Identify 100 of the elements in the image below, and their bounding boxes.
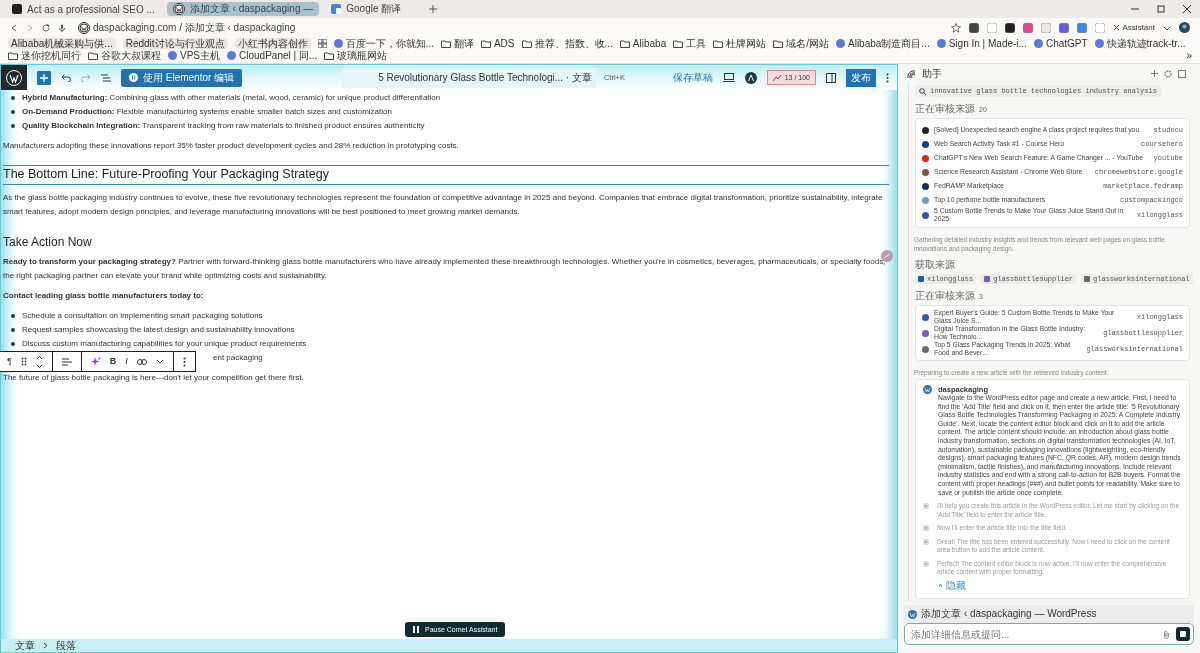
- paragraph: As the glass bottle packaging industry continues to evolve, these five revolutionary technologies represent the foundation of competitive advantage in 2025 and beyond. Companies that embrace digital transformation, prioritize sustainability, integrate smart features, adopt modern design principles, and leverage manufacturing innovations will be best positioned to meet growing market demands.: [3, 192, 884, 218]
- bookmark[interactable]: Alibaba制造商目...: [836, 38, 930, 49]
- bookmark[interactable]: 谷歌大叔课程: [88, 50, 161, 61]
- expand-icon[interactable]: [1178, 69, 1186, 78]
- settings-icon[interactable]: [1164, 69, 1172, 78]
- bookmark[interactable]: 翻译: [440, 38, 474, 49]
- bookmark[interactable]: VPS主机: [168, 50, 220, 61]
- section-label: 获取来源: [915, 258, 955, 272]
- microphone-icon[interactable]: [58, 23, 66, 32]
- attach-icon[interactable]: [1163, 629, 1170, 639]
- favicon-icon: [918, 276, 924, 282]
- paragraph-button[interactable]: ¶: [7, 357, 12, 366]
- elementor-button[interactable]: 使用 Elementor 编辑: [121, 68, 243, 87]
- assistant-button[interactable]: Assistant: [1112, 23, 1155, 32]
- undo-icon[interactable]: [61, 73, 71, 82]
- message-field[interactable]: 添加详细信息或提问...: [911, 628, 1157, 640]
- step-icon: [923, 560, 929, 567]
- browser-tab[interactable]: 添加文章 ‹ daspackaging —: [166, 2, 320, 16]
- sidebar-icon[interactable]: [826, 72, 836, 83]
- site-icon: [1033, 39, 1043, 48]
- breadcrumb-link[interactable]: 段落: [56, 639, 76, 652]
- close-icon[interactable]: [1182, 4, 1192, 14]
- stop-button[interactable]: [1176, 627, 1190, 641]
- bookmark[interactable]: ADS: [480, 38, 515, 49]
- new-tab-icon[interactable]: [429, 5, 438, 13]
- italic-button[interactable]: I: [125, 357, 128, 366]
- bookmark[interactable]: Sign In | Made-i...: [936, 38, 1027, 49]
- section-label: 正在审核来源: [915, 102, 975, 116]
- panel-title: 助手: [922, 66, 942, 81]
- bookmark[interactable]: 快递轨迹track-tr...: [1094, 38, 1186, 49]
- collapse-icon: [938, 583, 943, 589]
- back-icon[interactable]: [10, 23, 18, 32]
- drag-handle-icon[interactable]: [20, 357, 27, 366]
- list-item: Quality Blockchain Integration: Transparent tracking from raw materials to finished product ensures authenticity: [22, 121, 425, 130]
- save-draft-button[interactable]: 保存草稿: [672, 70, 713, 85]
- folder-icon: [713, 39, 724, 48]
- more-icon[interactable]: [182, 356, 186, 367]
- bookmark[interactable]: ChatGPT: [1033, 38, 1088, 49]
- list-view-icon[interactable]: [101, 73, 111, 82]
- bookmark[interactable]: 域名/网站: [773, 38, 829, 49]
- bookmark[interactable]: Reddit讨论与行业观点: [122, 38, 228, 49]
- favicon-icon: [984, 276, 991, 282]
- bookmark[interactable]: 迷你挖机同行: [8, 50, 81, 61]
- align-icon[interactable]: [61, 357, 72, 366]
- add-block-button[interactable]: [37, 70, 51, 85]
- folder-icon: [673, 39, 684, 48]
- bold-button[interactable]: B: [109, 357, 117, 366]
- breadcrumb-link[interactable]: 文章: [15, 639, 35, 652]
- link-icon[interactable]: [136, 358, 147, 365]
- star-icon[interactable]: [950, 22, 961, 33]
- bookmark[interactable]: 百度一下，你就知...: [333, 38, 434, 49]
- bookmark[interactable]: 小红书内容创作: [234, 38, 311, 49]
- reload-icon[interactable]: [42, 23, 50, 32]
- step-icon: [923, 503, 929, 510]
- list-item: On-Demand Production: Flexible manufacturing systems enable smaller batch sizes and customization: [22, 107, 392, 116]
- move-arrows-icon[interactable]: [35, 354, 43, 369]
- more-icon[interactable]: [886, 72, 889, 83]
- site-icon: [227, 51, 236, 60]
- sparkle-icon[interactable]: [90, 356, 101, 367]
- hide-link[interactable]: 隐藏: [938, 578, 1182, 593]
- bookmark[interactable]: Alibaba: [619, 38, 667, 49]
- bookmark[interactable]: 杜牌网站: [713, 38, 767, 49]
- folder-icon: [773, 39, 784, 48]
- bookmark[interactable]: 推荐、指数、收...: [521, 38, 613, 49]
- apps-icon[interactable]: [317, 39, 327, 48]
- folder-icon: [619, 39, 630, 48]
- restore-icon[interactable]: [1156, 4, 1166, 14]
- bookmark[interactable]: CloudPanel | 同...: [227, 50, 318, 61]
- document-title: 5 Revolutionary Glass Bottle Technologi... · 文章: [378, 70, 592, 85]
- paragraph: Contact leading glass bottle manufacturers today to:: [3, 290, 205, 302]
- extension-icon[interactable]: [968, 22, 979, 33]
- context-chip: 添加文章 ‹ daspackaging — WordPress: [904, 605, 1194, 623]
- bookmark[interactable]: 玻璃瓶网站: [324, 50, 388, 61]
- publish-button[interactable]: 发布: [846, 68, 876, 87]
- extension-icon[interactable]: [1004, 22, 1015, 33]
- more-bookmarks-button[interactable]: »: [1186, 50, 1192, 61]
- wordpress-icon: [6, 69, 22, 86]
- address-field[interactable]: daspackaging.com / 添加文章 ‹ daspackaging: [78, 20, 296, 35]
- assistant-logo-icon: [906, 68, 916, 79]
- heading: Take Action Now: [3, 235, 93, 249]
- message-box[interactable]: 添加详细信息或提问...: [904, 623, 1194, 645]
- bookmark[interactable]: Alibaba机械采购与供...: [8, 38, 116, 49]
- close-icon: [1112, 24, 1120, 31]
- dropdown-icon[interactable]: [155, 359, 164, 364]
- plus-icon[interactable]: [1151, 70, 1158, 77]
- paragraph: The future of glass bottle packaging is here—don't let your competition get there first.: [3, 372, 305, 384]
- preview-icon[interactable]: [722, 73, 735, 82]
- browser-tab[interactable]: Act as a professional SEO ...: [6, 2, 161, 16]
- bullet-icon: [11, 327, 15, 332]
- site-icon: [1094, 39, 1104, 48]
- profile-icon[interactable]: [1179, 22, 1190, 33]
- folder-icon: [324, 51, 335, 60]
- wordpress-logo[interactable]: [1, 65, 27, 90]
- browser-tab[interactable]: Google 翻译: [325, 2, 424, 16]
- avatar-icon[interactable]: [744, 71, 757, 84]
- step-icon: [923, 525, 929, 532]
- elementor-icon: [129, 73, 138, 82]
- bookmark[interactable]: 工具: [673, 38, 707, 49]
- paragraph: Ready to transform your packaging strategy? Partner with forward-thinking glass bottle manufacturers who have already implemented these breakthrough technologies. Whether you're in cosmetics, beverages, pharmaceuticals, or specialty foods, the right packaging partner can elevate your brand while optimizing costs and sustainability.: [3, 256, 887, 282]
- chart-icon: [772, 74, 781, 81]
